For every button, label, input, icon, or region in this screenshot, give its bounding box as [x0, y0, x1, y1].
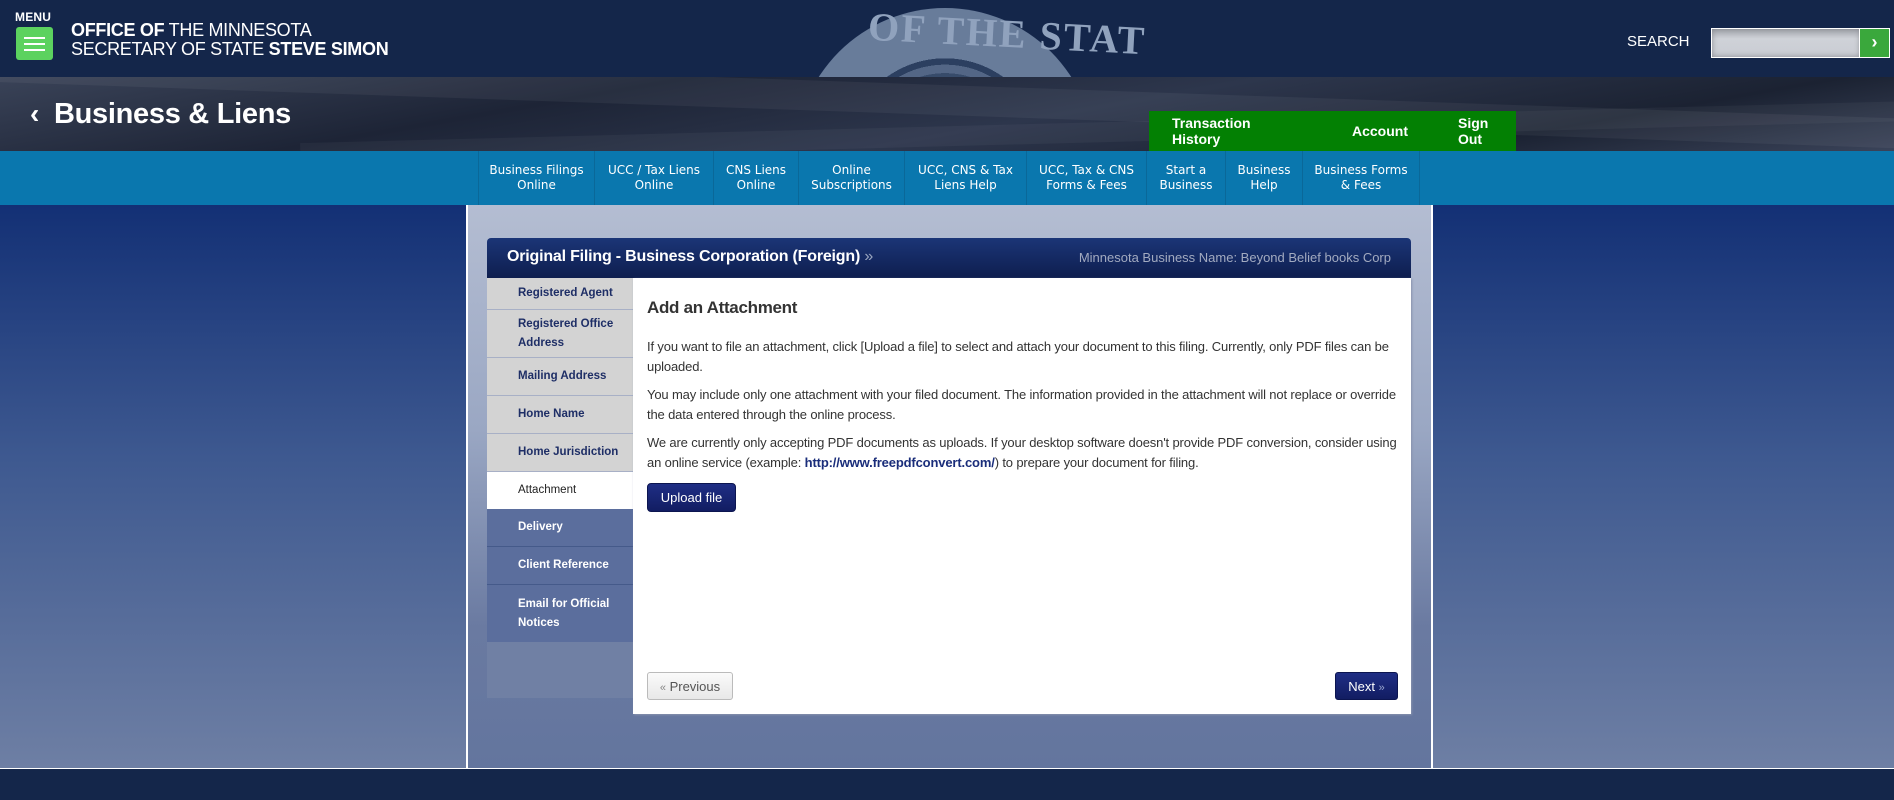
filing-title: Original Filing - Business Corporation (… [507, 248, 873, 266]
nav-cns-liens-online[interactable]: CNS Liens Online [714, 151, 799, 205]
back-chevron-icon[interactable]: ‹ [30, 98, 39, 130]
nav-label-line: Subscriptions [811, 178, 892, 192]
section-title[interactable]: Business & Liens [54, 98, 291, 131]
transaction-history-link[interactable]: Transaction History [1172, 115, 1302, 147]
filing-title-text: Original Filing - Business Corporation (… [507, 248, 861, 265]
step-label: Registered Agent [518, 287, 613, 299]
attachment-panel: Add an Attachment If you want to file an… [633, 278, 1411, 714]
nav-label-line: UCC, Tax & CNS [1039, 163, 1134, 177]
nav-business-help[interactable]: Business Help [1226, 151, 1303, 205]
account-nav: Transaction History Account Sign Out [1149, 111, 1516, 151]
nav-label-line: Online [634, 178, 674, 192]
nav-label-line: Business [1159, 178, 1213, 192]
nav-label-line: UCC / Tax Liens [607, 163, 701, 177]
step-label: Home Jurisdiction [518, 446, 619, 458]
step-client-reference[interactable]: Client Reference [487, 547, 633, 585]
minnesota-text: THE MINNESOTA [164, 20, 312, 40]
nav-label-line: Online [832, 163, 871, 177]
nav-label-line: Online [517, 178, 556, 192]
nav-label-line: & Fees [1340, 178, 1382, 192]
hamburger-icon-line [24, 37, 45, 39]
nav-label-line: Business Filings [489, 163, 584, 177]
previous-label: Previous [665, 678, 721, 694]
step-email-official-notices[interactable]: Email for Official Notices [487, 585, 633, 642]
site-logo-title[interactable]: OFFICE OF THE MINNESOTA SECRETARY OF STA… [71, 20, 389, 59]
previous-button[interactable]: « Previous [647, 672, 733, 700]
step-label: Email for Official [518, 597, 610, 610]
filing-card-header: Original Filing - Business Corporation (… [487, 238, 1411, 278]
nav-start-a-business[interactable]: Start a Business [1147, 151, 1226, 205]
main-nav: Business Filings Online UCC / Tax Liens On… [478, 151, 1420, 205]
secretary-name-text: STEVE SIMON [268, 39, 389, 59]
raquo-icon: » [864, 248, 874, 265]
menu-hamburger-button[interactable] [16, 27, 53, 60]
nav-label-line: Help [1250, 178, 1278, 192]
step-label: Mailing Address [518, 370, 607, 382]
search-label: SEARCH [1627, 33, 1690, 50]
step-registered-agent[interactable]: Registered Agent [487, 278, 633, 310]
hamburger-icon-line [24, 49, 45, 51]
step-label: Registered Office [518, 317, 614, 330]
step-home-jurisdiction[interactable]: Home Jurisdiction [487, 434, 633, 472]
site-header: OF THE STAT MENU OFFICE OF THE MINNESOTA… [0, 0, 1894, 77]
nav-label-line: Start a [1165, 163, 1207, 177]
nav-forms-fees[interactable]: UCC, Tax & CNS Forms & Fees [1027, 151, 1147, 205]
nav-liens-help[interactable]: UCC, CNS & Tax Liens Help [905, 151, 1027, 205]
nav-label-line: Business [1237, 163, 1291, 177]
search-input[interactable] [1711, 28, 1860, 58]
step-delivery[interactable]: Delivery [487, 509, 633, 547]
nav-label-line: Liens Help [934, 178, 997, 192]
instruction-paragraph-1: If you want to file an attachment, click… [647, 339, 1389, 374]
step-attachment[interactable]: Attachment [487, 472, 633, 509]
instruction-paragraph-3: We are currently only accepting PDF docu… [647, 433, 1397, 472]
next-label: Next [1348, 678, 1379, 694]
nav-label-line: Forms & Fees [1046, 178, 1127, 192]
business-name: Minnesota Business Name: Beyond Belief b… [1078, 250, 1391, 265]
step-label: Address [518, 336, 565, 349]
main-nav-bar: Business Filings Online UCC / Tax Liens On… [0, 151, 1894, 205]
step-registered-office-address[interactable]: Registered Office Address [487, 310, 633, 358]
section-banner: ‹ Business & Liens Transaction History A… [0, 77, 1894, 151]
sign-out-link[interactable]: Sign Out [1458, 115, 1516, 147]
filing-steps-sidebar: Registered Agent Registered Office Addres… [487, 278, 633, 698]
next-button[interactable]: Next » [1335, 672, 1398, 700]
hamburger-icon-line [24, 43, 45, 45]
step-label: Attachment [518, 484, 577, 496]
panel-heading: Add an Attachment [647, 298, 798, 317]
office-of-text: OFFICE OF [71, 20, 165, 40]
step-mailing-address[interactable]: Mailing Address [487, 358, 633, 396]
instruction-paragraph-2: You may include only one attachment with… [647, 387, 1396, 422]
menu-label: MENU [15, 10, 52, 24]
nav-business-filings-online[interactable]: Business Filings Online [479, 151, 595, 205]
step-label: Client Reference [518, 559, 609, 571]
secretary-text: SECRETARY OF STATE [71, 39, 269, 59]
step-home-name[interactable]: Home Name [487, 396, 633, 434]
nav-label-line: UCC, CNS & Tax [918, 163, 1013, 177]
nav-business-forms-fees[interactable]: Business Forms & Fees [1303, 151, 1420, 205]
paragraph-text: ) to prepare your document for filing. [994, 454, 1199, 470]
upload-file-button[interactable]: Upload file [647, 483, 736, 512]
freepdfconvert-link[interactable]: http://www.freepdfconvert.com/ [805, 455, 995, 470]
double-chevron-right-icon: » [1378, 681, 1385, 694]
nav-label-line: CNS Liens [725, 163, 787, 177]
step-label: Delivery [518, 521, 563, 533]
nav-online-subscriptions[interactable]: Online Subscriptions [799, 151, 905, 205]
search-submit-button[interactable]: › [1859, 28, 1890, 58]
nav-label-line: Business Forms [1314, 163, 1408, 177]
chevron-right-icon: › [1871, 32, 1878, 52]
step-label: Home Name [518, 408, 585, 420]
step-label: Notices [518, 616, 560, 629]
account-link[interactable]: Account [1352, 123, 1408, 139]
sidebar-footer-space [487, 642, 633, 698]
site-footer [0, 768, 1894, 800]
nav-ucc-tax-liens-online[interactable]: UCC / Tax Liens Online [595, 151, 714, 205]
nav-label-line: Online [736, 178, 776, 192]
